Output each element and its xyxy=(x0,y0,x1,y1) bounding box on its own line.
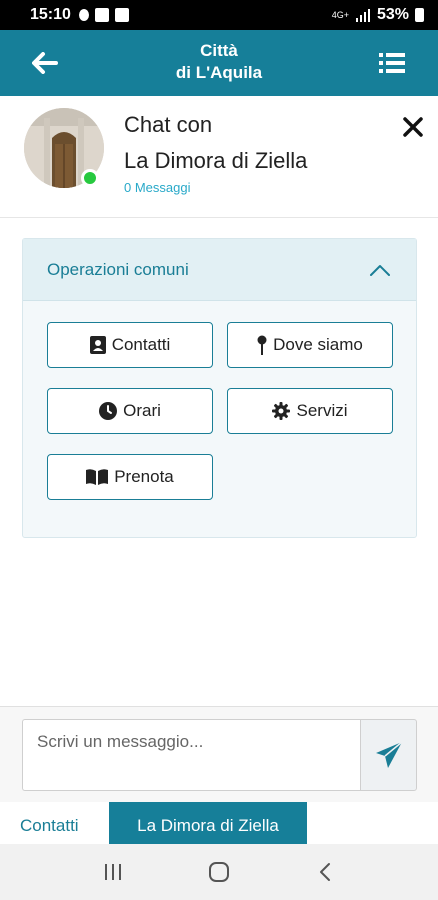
list-menu-button[interactable] xyxy=(376,48,408,78)
notification-icon xyxy=(78,9,89,21)
app-icon xyxy=(114,8,129,22)
chevron-left-icon xyxy=(320,863,330,881)
prenota-label: Prenota xyxy=(114,467,174,486)
message-input[interactable] xyxy=(22,719,361,791)
status-bar: 15:10 4G+ 53% xyxy=(0,0,438,30)
close-button[interactable] xyxy=(402,116,426,140)
orari-label: Orari xyxy=(123,401,161,420)
map-pin-icon xyxy=(257,335,267,355)
servizi-button[interactable]: Servizi xyxy=(227,388,393,434)
home-icon xyxy=(209,862,229,882)
orari-button[interactable]: Orari xyxy=(47,388,213,434)
chat-message-area: Operazioni comuni Contatti Dove siamo Or… xyxy=(0,218,438,706)
operations-panel: Operazioni comuni Contatti Dove siamo Or… xyxy=(22,238,417,538)
battery-icon xyxy=(415,8,424,22)
operations-panel-header[interactable]: Operazioni comuni xyxy=(23,239,416,301)
chevron-up-icon xyxy=(370,264,390,276)
paper-plane-icon xyxy=(375,741,402,768)
header-title: Città di L'Aquila xyxy=(0,40,438,84)
book-icon xyxy=(86,469,109,485)
contact-card-icon xyxy=(89,336,106,354)
chat-title-prefix: Chat con xyxy=(124,112,213,137)
home-button[interactable] xyxy=(199,852,239,892)
chat-contact-name: La Dimora di Ziella xyxy=(124,148,308,173)
network-label: 4G+ xyxy=(331,10,349,20)
header-title-line1: Città xyxy=(200,41,238,60)
prenota-button[interactable]: Prenota xyxy=(47,454,213,500)
app-header: Città di L'Aquila xyxy=(0,30,438,96)
contatti-button[interactable]: Contatti xyxy=(47,322,213,368)
tab-contatti[interactable]: Contatti xyxy=(20,802,79,844)
image-icon xyxy=(94,8,109,22)
message-count: 0 Messaggi xyxy=(124,180,191,195)
gear-icon xyxy=(272,402,291,420)
online-status-indicator xyxy=(81,169,99,187)
close-icon xyxy=(403,117,423,137)
notification-icons xyxy=(78,8,129,22)
clock-icon xyxy=(99,402,118,420)
signal-icon xyxy=(355,9,370,22)
recent-apps-button[interactable] xyxy=(93,852,133,892)
system-navigation-bar xyxy=(0,844,438,900)
servizi-label: Servizi xyxy=(296,401,348,420)
message-composer xyxy=(0,706,438,802)
battery-label: 53% xyxy=(376,6,409,23)
header-title-line2: di L'Aquila xyxy=(175,63,263,82)
operations-panel-title: Operazioni comuni xyxy=(47,259,189,279)
chat-header: Chat con La Dimora di Ziella 0 Messaggi xyxy=(0,96,438,218)
dove-siamo-button[interactable]: Dove siamo xyxy=(227,322,393,368)
status-right: 4G+ 53% xyxy=(332,6,424,24)
system-back-button[interactable] xyxy=(305,852,345,892)
status-time: 15:10 xyxy=(30,6,71,23)
list-icon xyxy=(379,53,405,73)
recent-apps-icon xyxy=(105,864,121,880)
send-button[interactable] xyxy=(360,719,417,791)
dove-siamo-label: Dove siamo xyxy=(273,335,363,354)
contatti-label: Contatti xyxy=(111,335,171,354)
bottom-tabs: Contatti La Dimora di Ziella xyxy=(0,802,438,844)
tab-la-dimora-di-ziella[interactable]: La Dimora di Ziella xyxy=(109,802,307,844)
